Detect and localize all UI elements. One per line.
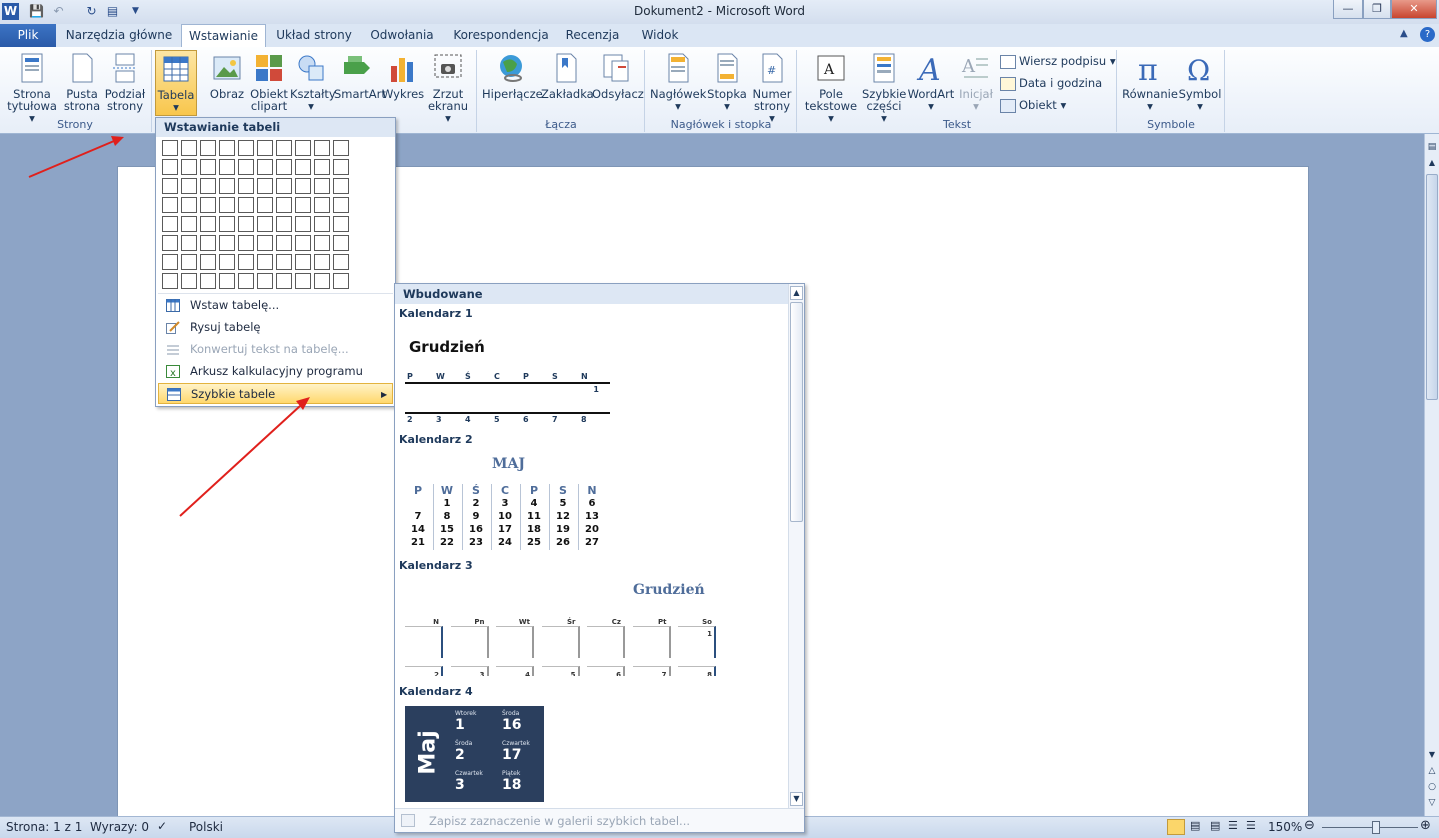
arrow-to-quick-tables [179,397,310,517]
arrow-to-table-button [28,136,124,178]
annotation-arrows [28,136,310,517]
